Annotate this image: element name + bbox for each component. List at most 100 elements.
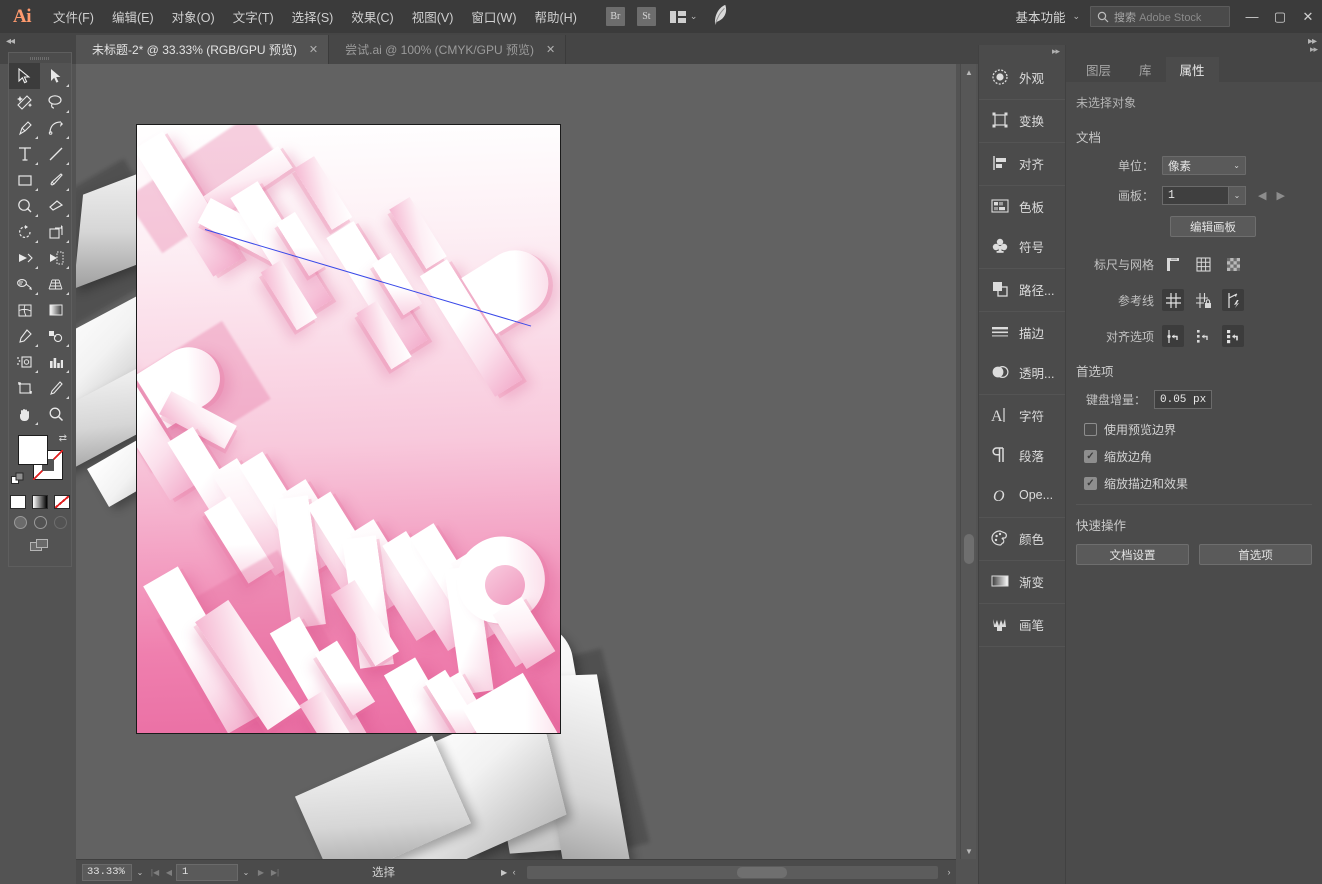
checkbox-scale-strokes-effects[interactable]: 缩放描边和效果 [1076,475,1312,492]
direct-selection-tool[interactable] [40,63,71,89]
workspace-switcher[interactable]: 基本功能 ⌄ [1005,0,1090,33]
artboard-dropdown-icon[interactable]: ⌄ [238,868,254,877]
dock-item-transform[interactable]: 变换 [979,100,1065,140]
snap-to-pixel-icon[interactable] [1222,325,1244,347]
paintbrush-tool[interactable] [40,167,71,193]
color-mode-buttons[interactable] [9,495,71,509]
tools-panel-grip[interactable] [9,53,71,63]
gradient-tool[interactable] [40,297,71,323]
fill-swatch[interactable] [18,435,48,465]
dock-item-transparency[interactable]: 透明... [979,352,1065,392]
checkbox-icon[interactable] [1084,477,1097,490]
scale-tool[interactable] [40,219,71,245]
artboard-tool[interactable] [9,375,40,401]
artboard-number-input[interactable]: 1 [176,863,238,881]
line-segment-tool[interactable] [40,141,71,167]
menu-select[interactable]: 选择(S) [283,0,343,33]
menu-effect[interactable]: 效果(C) [342,0,402,33]
default-fill-stroke-icon[interactable] [11,472,25,491]
dock-item-opentype[interactable]: O Ope... [979,475,1065,515]
free-transform-tool[interactable] [40,245,71,271]
stock-icon[interactable]: St [636,7,656,26]
column-graph-tool[interactable] [40,349,71,375]
shaper-tool[interactable] [9,193,40,219]
collapse-panel-icon[interactable]: ▸▸ [1310,44,1318,55]
next-artboard-button[interactable]: ▶ [254,868,268,877]
draw-inside-icon[interactable] [53,516,67,529]
close-button[interactable]: ✕ [1294,0,1322,33]
snap-to-point-icon[interactable] [1162,325,1184,347]
last-artboard-button[interactable]: ▶| [268,868,282,877]
keyboard-increment-input[interactable]: 0.05 px [1154,390,1212,409]
blend-tool[interactable] [40,323,71,349]
dock-item-align[interactable]: 对齐 [979,143,1065,183]
close-icon[interactable]: ✕ [309,43,318,56]
minimize-button[interactable]: — [1238,0,1266,33]
symbol-sprayer-tool[interactable] [9,349,40,375]
preferences-button[interactable]: 首选项 [1199,544,1312,565]
dock-item-symbols[interactable]: 符号 [979,226,1065,266]
smart-guides-icon[interactable] [1222,289,1244,311]
search-input[interactable]: 搜索 Adobe Stock [1090,6,1230,27]
color-mode-gradient-icon[interactable] [32,495,48,509]
menu-type[interactable]: 文字(T) [224,0,283,33]
dock-item-character[interactable]: A 字符 [979,395,1065,435]
scroll-down-icon[interactable]: ▼ [961,843,977,859]
mesh-tool[interactable] [9,297,40,323]
slice-tool[interactable] [40,375,71,401]
zoom-level-input[interactable]: 33.33% [82,863,132,881]
draw-normal-icon[interactable] [13,516,27,529]
dock-item-brushes[interactable]: 画笔 [979,604,1065,644]
scroll-right-icon[interactable]: › [942,867,956,877]
curvature-tool[interactable] [40,115,71,141]
expand-panels-icon[interactable]: ▸▸ [1052,46,1060,57]
color-mode-solid-icon[interactable] [10,495,26,509]
lasso-tool[interactable] [40,89,71,115]
perspective-grid-tool[interactable] [40,271,71,297]
hand-tool[interactable] [9,401,40,427]
scroll-up-icon[interactable]: ▲ [961,64,977,80]
menu-edit[interactable]: 编辑(E) [103,0,163,33]
show-guides-icon[interactable] [1162,289,1184,311]
scrollbar-thumb[interactable] [964,534,974,564]
shape-builder-tool[interactable] [9,271,40,297]
snap-to-grid-icon[interactable] [1192,325,1214,347]
artboard-input[interactable]: 1 [1162,186,1228,205]
dock-item-appearance[interactable]: 外观 [979,57,1065,97]
show-grid-icon[interactable] [1192,253,1214,275]
swap-fill-stroke-icon[interactable]: ⇄ [59,433,67,444]
collapse-left-icon[interactable]: ◂◂ [6,36,15,47]
arrange-documents-button[interactable]: ⌄ [669,10,697,23]
scroll-left-icon[interactable]: ‹ [507,867,521,877]
canvas-horizontal-scrollbar[interactable] [527,865,938,879]
eraser-tool[interactable] [40,193,71,219]
drawing-mode-buttons[interactable] [9,516,71,529]
show-rulers-icon[interactable] [1162,253,1184,275]
dock-item-gradient[interactable]: 渐变 [979,561,1065,601]
zoom-tool[interactable] [40,401,71,427]
tab-libraries[interactable]: 库 [1125,57,1166,82]
selection-tool[interactable] [9,63,40,89]
first-artboard-button[interactable]: |◀ [148,868,162,877]
width-tool[interactable] [9,245,40,271]
rotate-tool[interactable] [9,219,40,245]
menu-object[interactable]: 对象(O) [163,0,224,33]
show-transparency-grid-icon[interactable] [1222,253,1244,275]
fill-stroke-controls[interactable]: ⇄ [9,431,71,493]
rectangle-tool[interactable] [9,167,40,193]
checkbox-use-preview-bounds[interactable]: 使用预览边界 [1076,421,1312,438]
maximize-button[interactable]: ▢ [1266,0,1294,33]
menu-view[interactable]: 视图(V) [403,0,463,33]
document-tab-2[interactable]: 尝试.ai @ 100% (CMYK/GPU 预览) ✕ [329,35,567,64]
dock-item-paragraph[interactable]: 段落 [979,435,1065,475]
edit-artboard-button[interactable]: 编辑画板 [1170,216,1256,237]
scrollbar-thumb[interactable] [737,866,788,878]
artboard-nav[interactable]: ◀ ▶ [1258,189,1285,202]
menu-help[interactable]: 帮助(H) [526,0,586,33]
screen-mode-button[interactable] [9,539,71,553]
unit-select[interactable]: 像素 ⌄ [1162,156,1246,175]
dock-item-stroke[interactable]: 描边 [979,312,1065,352]
artboard[interactable] [136,124,561,734]
tab-properties[interactable]: 属性 [1165,57,1219,82]
lock-guides-icon[interactable] [1192,289,1214,311]
